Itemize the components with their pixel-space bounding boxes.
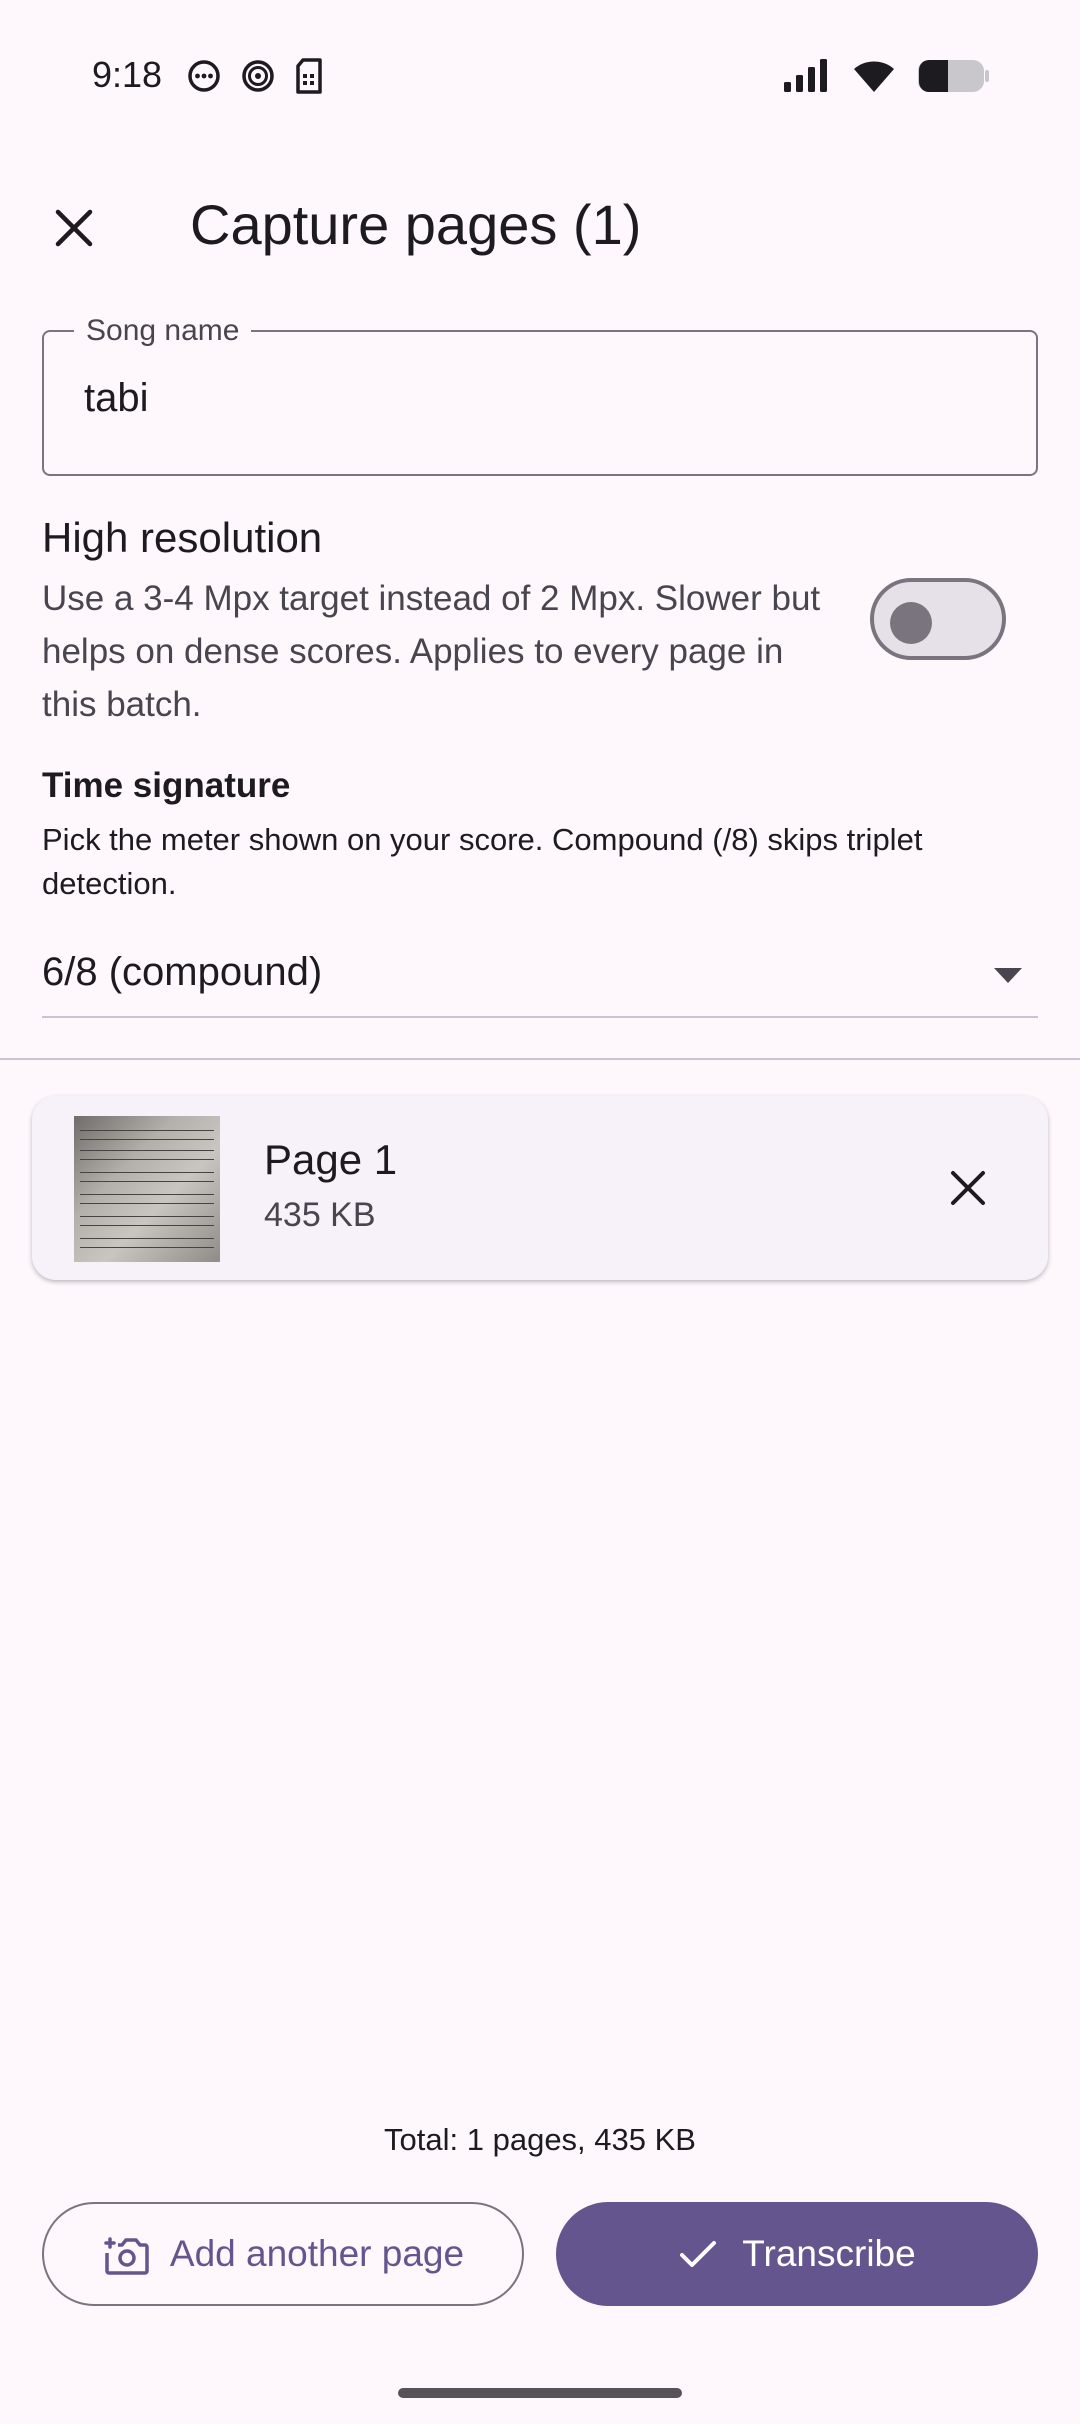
total-summary: Total: 1 pages, 435 KB (384, 2122, 696, 2157)
status-bar: 9:18 (0, 0, 1080, 150)
close-icon (55, 209, 93, 247)
high-resolution-toggle[interactable] (870, 578, 1006, 660)
toggle-knob (890, 602, 932, 644)
remove-page-button[interactable] (928, 1148, 1008, 1228)
battery-icon (918, 60, 989, 92)
screen: 9:18 Capture pages (1) Song name tabi Hi… (0, 0, 1080, 2424)
page-card[interactable]: Page 1 435 KB (32, 1096, 1048, 1280)
page-card-title: Page 1 (264, 1136, 398, 1183)
dropdown-arrow-icon (994, 968, 1022, 983)
status-right-icons (784, 58, 990, 94)
page-thumbnail (74, 1116, 220, 1262)
page-card-size: 435 KB (264, 1196, 376, 1234)
status-left-icons (186, 58, 324, 94)
app-bar: Capture pages (1) (0, 180, 1080, 270)
add-photo-icon (104, 2237, 149, 2275)
transcribe-button[interactable]: Transcribe (556, 2202, 1038, 2306)
time-signature-value: 6/8 (compound) (42, 950, 323, 994)
high-resolution-title: High resolution (42, 514, 323, 561)
high-resolution-description: Use a 3-4 Mpx target instead of 2 Mpx. S… (42, 579, 821, 724)
add-page-label: Add another page (169, 2233, 465, 2274)
more-horiz-icon (188, 60, 220, 92)
wifi-icon (854, 61, 894, 92)
signal-icon (784, 59, 827, 92)
close-icon (951, 1171, 985, 1205)
close-button[interactable] (38, 192, 110, 264)
time-signature-description: Pick the meter shown on your score. Comp… (42, 822, 923, 901)
check-icon (680, 2241, 717, 2267)
song-name-label: Song name (74, 314, 252, 348)
page-title: Capture pages (1) (190, 193, 642, 256)
song-name-field[interactable]: Song name (42, 314, 1038, 476)
status-time: 9:18 (92, 54, 163, 95)
divider (0, 1058, 1080, 1060)
navigation-handle[interactable] (398, 2388, 682, 2398)
sim-card-icon (296, 58, 322, 94)
time-signature-dropdown[interactable]: 6/8 (compound) (42, 930, 1038, 1018)
song-name-input[interactable] (84, 376, 984, 421)
transcribe-label: Transcribe (742, 2233, 916, 2274)
spiral-icon (242, 60, 274, 92)
time-signature-title: Time signature (42, 766, 291, 805)
add-page-button[interactable]: Add another page (42, 2202, 524, 2306)
